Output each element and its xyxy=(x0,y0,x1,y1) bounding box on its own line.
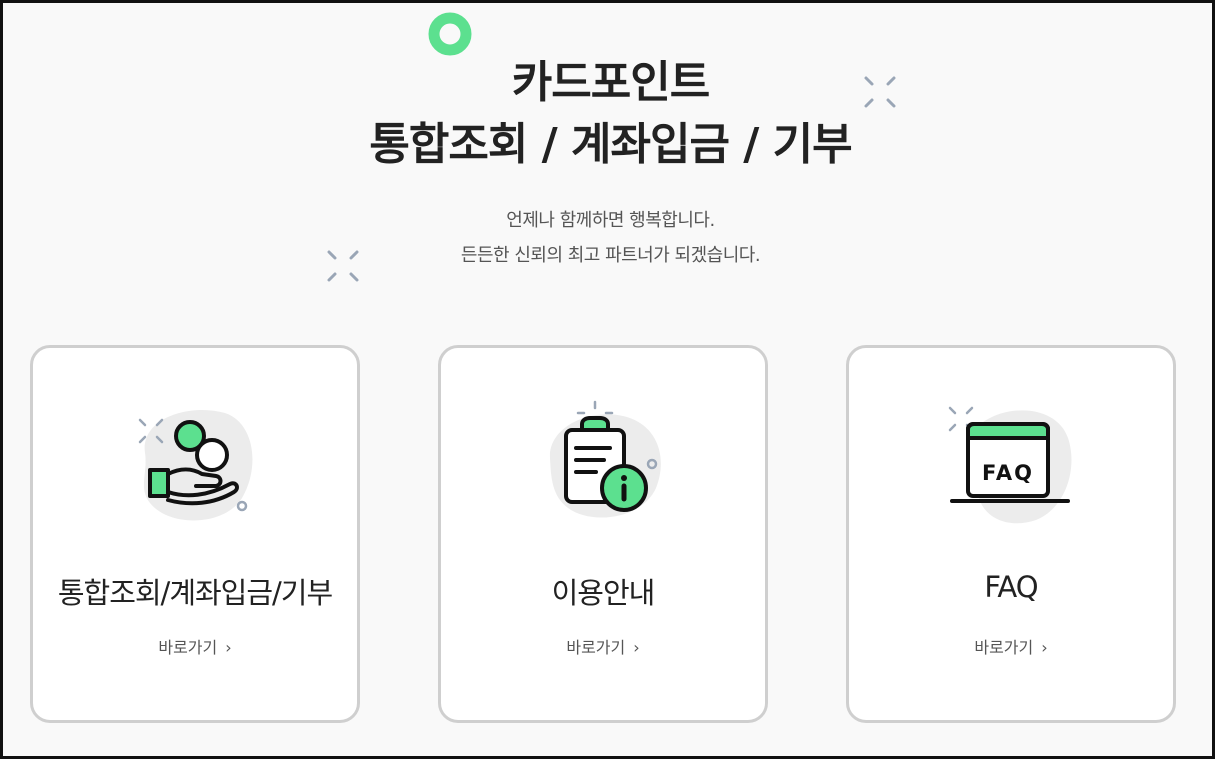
faq-icon-text: FAQ xyxy=(982,461,1034,485)
subtitle-line2: 든든한 신뢰의 최고 파트너가 되겠습니다. xyxy=(460,245,761,266)
chevron-right-icon: › xyxy=(1041,638,1048,657)
chevron-right-icon: › xyxy=(633,638,640,657)
chevron-right-icon: › xyxy=(225,638,232,657)
subtitle-line1: 언제나 함께하면 행복합니다. xyxy=(506,210,715,231)
go-link-label: 바로가기 xyxy=(158,638,218,657)
go-link[interactable]: 바로가기 › xyxy=(33,634,357,658)
card-point-inquiry[interactable]: 통합조회/계좌입금/기부 바로가기 › xyxy=(30,345,360,723)
faq-window-icon: FAQ xyxy=(948,406,1072,524)
page-frame: 카드포인트 통합조회 / 계좌입금 / 기부 언제나 함께하면 행복합니다. 든… xyxy=(0,0,1215,759)
go-link[interactable]: 바로가기 › xyxy=(849,634,1173,658)
card-usage-guide[interactable]: 이용안내 바로가기 › xyxy=(438,345,768,723)
go-link-label: 바로가기 xyxy=(566,638,626,657)
page-title-line1: 카드포인트 xyxy=(511,57,710,108)
green-ring-decoration xyxy=(428,12,472,56)
page-title-line2: 통합조회 / 계좌입금 / 기부 xyxy=(369,119,852,170)
card-title: FAQ xyxy=(984,570,1038,604)
card-faq[interactable]: FAQ FAQ 바로가기 › xyxy=(846,345,1176,723)
card-title: 이용안내 xyxy=(551,576,656,610)
go-link-label: 바로가기 xyxy=(974,638,1034,657)
coin-hand-icon xyxy=(138,409,253,521)
card-title: 통합조회/계좌입금/기부 xyxy=(57,576,333,610)
clipboard-info-icon xyxy=(549,400,661,518)
go-link[interactable]: 바로가기 › xyxy=(441,634,765,658)
